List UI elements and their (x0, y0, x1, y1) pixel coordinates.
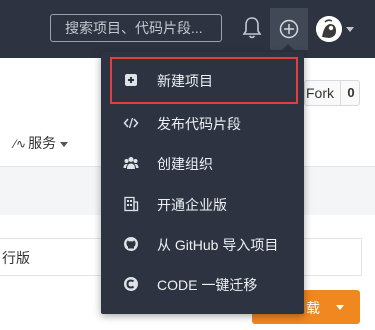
menu-item-label: 开通企业版 (157, 197, 227, 213)
fork-count: 0 (340, 81, 361, 105)
menu-item-create-org[interactable]: 创建组织 (101, 143, 304, 183)
bell-icon[interactable] (242, 16, 262, 40)
chevron-down-icon (60, 141, 69, 147)
github-icon (123, 236, 139, 252)
menu-item-label: 发布代码片段 (157, 116, 241, 132)
menu-item-label: CODE 一键迁移 (157, 277, 258, 293)
menu-item-label: 创建组织 (157, 156, 213, 172)
code-migrate-icon (123, 276, 139, 292)
tab-service[interactable]: ⁄∿ 服务 (14, 133, 69, 153)
menu-item-publish-snippet[interactable]: 发布代码片段 (101, 103, 304, 143)
building-icon (123, 196, 139, 212)
pulse-icon: ⁄∿ (14, 137, 27, 151)
highlight-annotation (110, 57, 298, 104)
release-label: 行版 (2, 250, 30, 266)
code-icon (123, 115, 139, 131)
plus-circle-icon (279, 19, 299, 39)
tab-service-label: 服务 (28, 135, 57, 151)
avatar[interactable] (316, 16, 342, 42)
fork-label: Fork (306, 85, 334, 101)
menu-item-enterprise[interactable]: 开通企业版 (101, 184, 304, 224)
menu-item-code-migrate[interactable]: CODE 一键迁移 (101, 264, 304, 304)
chevron-down-icon[interactable] (346, 27, 354, 32)
download-label: 载 (306, 300, 320, 316)
search-input[interactable]: 搜索项目、代码片段... (50, 14, 222, 42)
menu-item-import-github[interactable]: 从 GitHub 导入项目 (101, 224, 304, 264)
menu-item-label: 从 GitHub 导入项目 (157, 237, 279, 253)
chevron-down-icon (336, 305, 344, 310)
dropdown-pointer (280, 44, 296, 52)
group-icon (123, 155, 139, 171)
